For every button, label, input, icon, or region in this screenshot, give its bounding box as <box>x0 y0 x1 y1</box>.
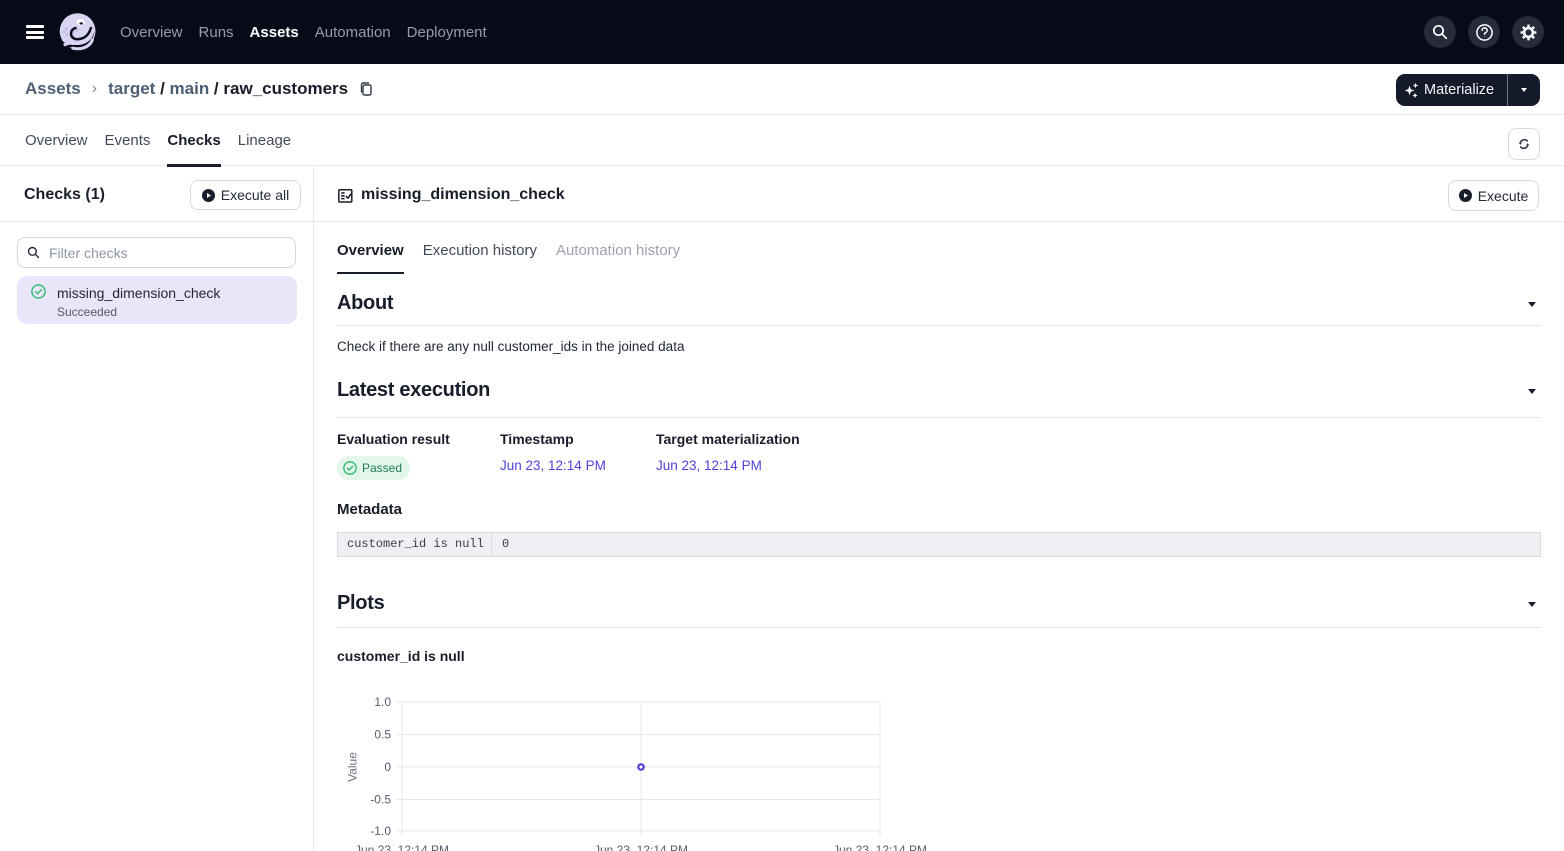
svg-text:-1.0: -1.0 <box>370 824 391 838</box>
svg-text:Value: Value <box>346 752 360 782</box>
svg-text:Jun 23, 12:14 PM: Jun 23, 12:14 PM <box>355 843 449 851</box>
svg-text:-0.5: -0.5 <box>370 793 391 807</box>
svg-text:1.0: 1.0 <box>374 695 391 709</box>
svg-text:0.5: 0.5 <box>374 728 391 742</box>
svg-text:Jun 23, 12:14 PM: Jun 23, 12:14 PM <box>594 843 688 851</box>
svg-text:0: 0 <box>384 760 391 774</box>
svg-text:Jun 23, 12:14 PM: Jun 23, 12:14 PM <box>833 843 927 851</box>
